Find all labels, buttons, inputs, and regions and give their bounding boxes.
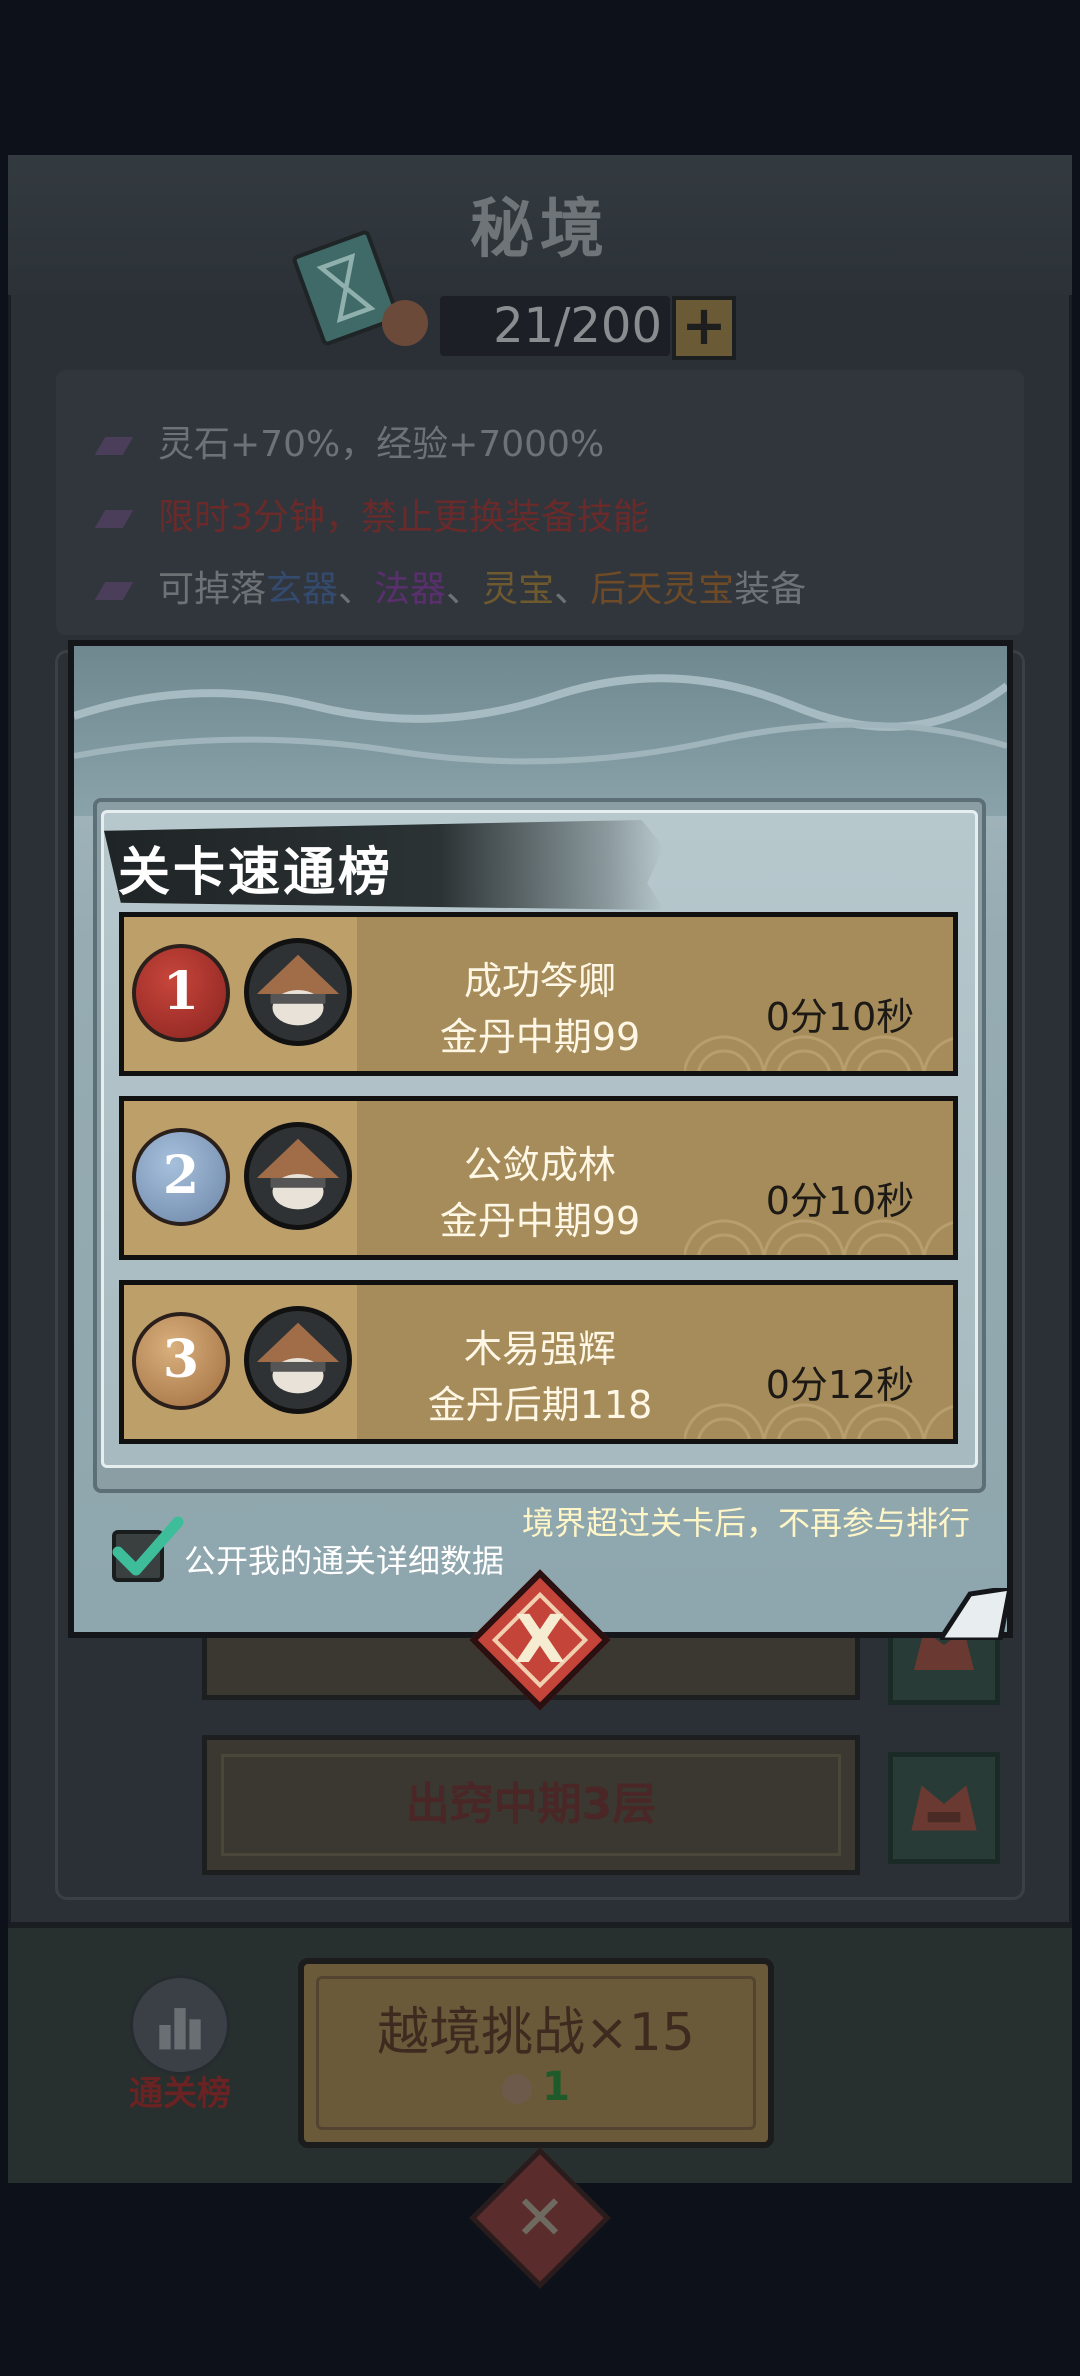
challenge-cost-value: 1 bbox=[542, 2064, 570, 2110]
info-text: 灵宝 bbox=[482, 569, 555, 610]
avatar bbox=[244, 1306, 352, 1414]
info-text: 后天灵宝 bbox=[590, 569, 735, 610]
boss-icon[interactable] bbox=[888, 1752, 1000, 1864]
info-text: 、 bbox=[338, 569, 375, 610]
avatar bbox=[244, 1122, 352, 1230]
gem-icon bbox=[94, 437, 134, 455]
modal-header-wave bbox=[72, 646, 1010, 816]
clear-time: 0分12秒 bbox=[765, 1363, 915, 1407]
rank-medal-silver: 2 bbox=[132, 1128, 230, 1226]
player-realm: 金丹中期99 bbox=[439, 1199, 641, 1243]
player-realm: 金丹中期99 bbox=[439, 1015, 641, 1059]
peach-icon bbox=[502, 2074, 533, 2104]
challenge-cost: 1 bbox=[298, 2064, 774, 2110]
info-text: 灵石+70%，经验+7000% bbox=[158, 424, 605, 465]
info-text: 限时3分钟，禁止更换装备技能 bbox=[158, 497, 649, 538]
info-line: 限时3分钟，禁止更换装备技能 bbox=[94, 488, 649, 540]
player-name: 木易强辉 bbox=[463, 1327, 616, 1371]
close-icon[interactable]: X bbox=[490, 1590, 590, 1690]
player-name: 成功笒卿 bbox=[463, 959, 616, 1003]
modal-title: 关卡速通榜 bbox=[118, 843, 394, 903]
clear-time: 0分10秒 bbox=[765, 1179, 915, 1223]
bar-chart-icon bbox=[159, 2008, 201, 2050]
info-text: 法器 bbox=[374, 569, 447, 610]
gem-icon bbox=[94, 510, 134, 528]
checkmark-icon bbox=[108, 1512, 186, 1584]
clear-time: 0分10秒 bbox=[765, 995, 915, 1039]
add-stamina-button[interactable]: + bbox=[672, 296, 736, 360]
info-line: 灵石+70%，经验+7000% bbox=[94, 415, 605, 467]
info-text: 玄器 bbox=[266, 569, 339, 610]
info-line: 可掉落玄器、法器、灵宝、后天灵宝装备 bbox=[94, 560, 807, 612]
page-title: 秘境 bbox=[470, 193, 610, 267]
gem-icon bbox=[94, 582, 134, 600]
rank-medal-gold: 1 bbox=[132, 944, 230, 1042]
stamina-counter: 21/200 bbox=[493, 298, 662, 354]
corner-fold bbox=[935, 1585, 1014, 1643]
info-text: 可掉落 bbox=[158, 569, 267, 610]
rank-medal-bronze: 3 bbox=[132, 1312, 230, 1410]
challenge-label: 越境挑战×15 bbox=[377, 2003, 695, 2063]
player-realm: 金丹后期118 bbox=[427, 1383, 653, 1427]
leaderboard-button[interactable] bbox=[130, 1975, 230, 2075]
public-data-label[interactable]: 公开我的通关详细数据 bbox=[184, 1536, 504, 1582]
close-icon: ✕ bbox=[514, 2181, 566, 2254]
rule-note: 境界超过关卡后，不再参与排行 bbox=[521, 1504, 970, 1542]
leaderboard-label: 通关榜 bbox=[129, 2074, 231, 2114]
player-name: 公敛成林 bbox=[463, 1143, 616, 1187]
info-text: 、 bbox=[446, 569, 483, 610]
peach-icon bbox=[382, 300, 428, 346]
level-button-label: 出窍中期3层 bbox=[405, 1779, 657, 1830]
avatar bbox=[244, 938, 352, 1046]
info-text: 装备 bbox=[734, 569, 807, 610]
info-text: 、 bbox=[554, 569, 591, 610]
